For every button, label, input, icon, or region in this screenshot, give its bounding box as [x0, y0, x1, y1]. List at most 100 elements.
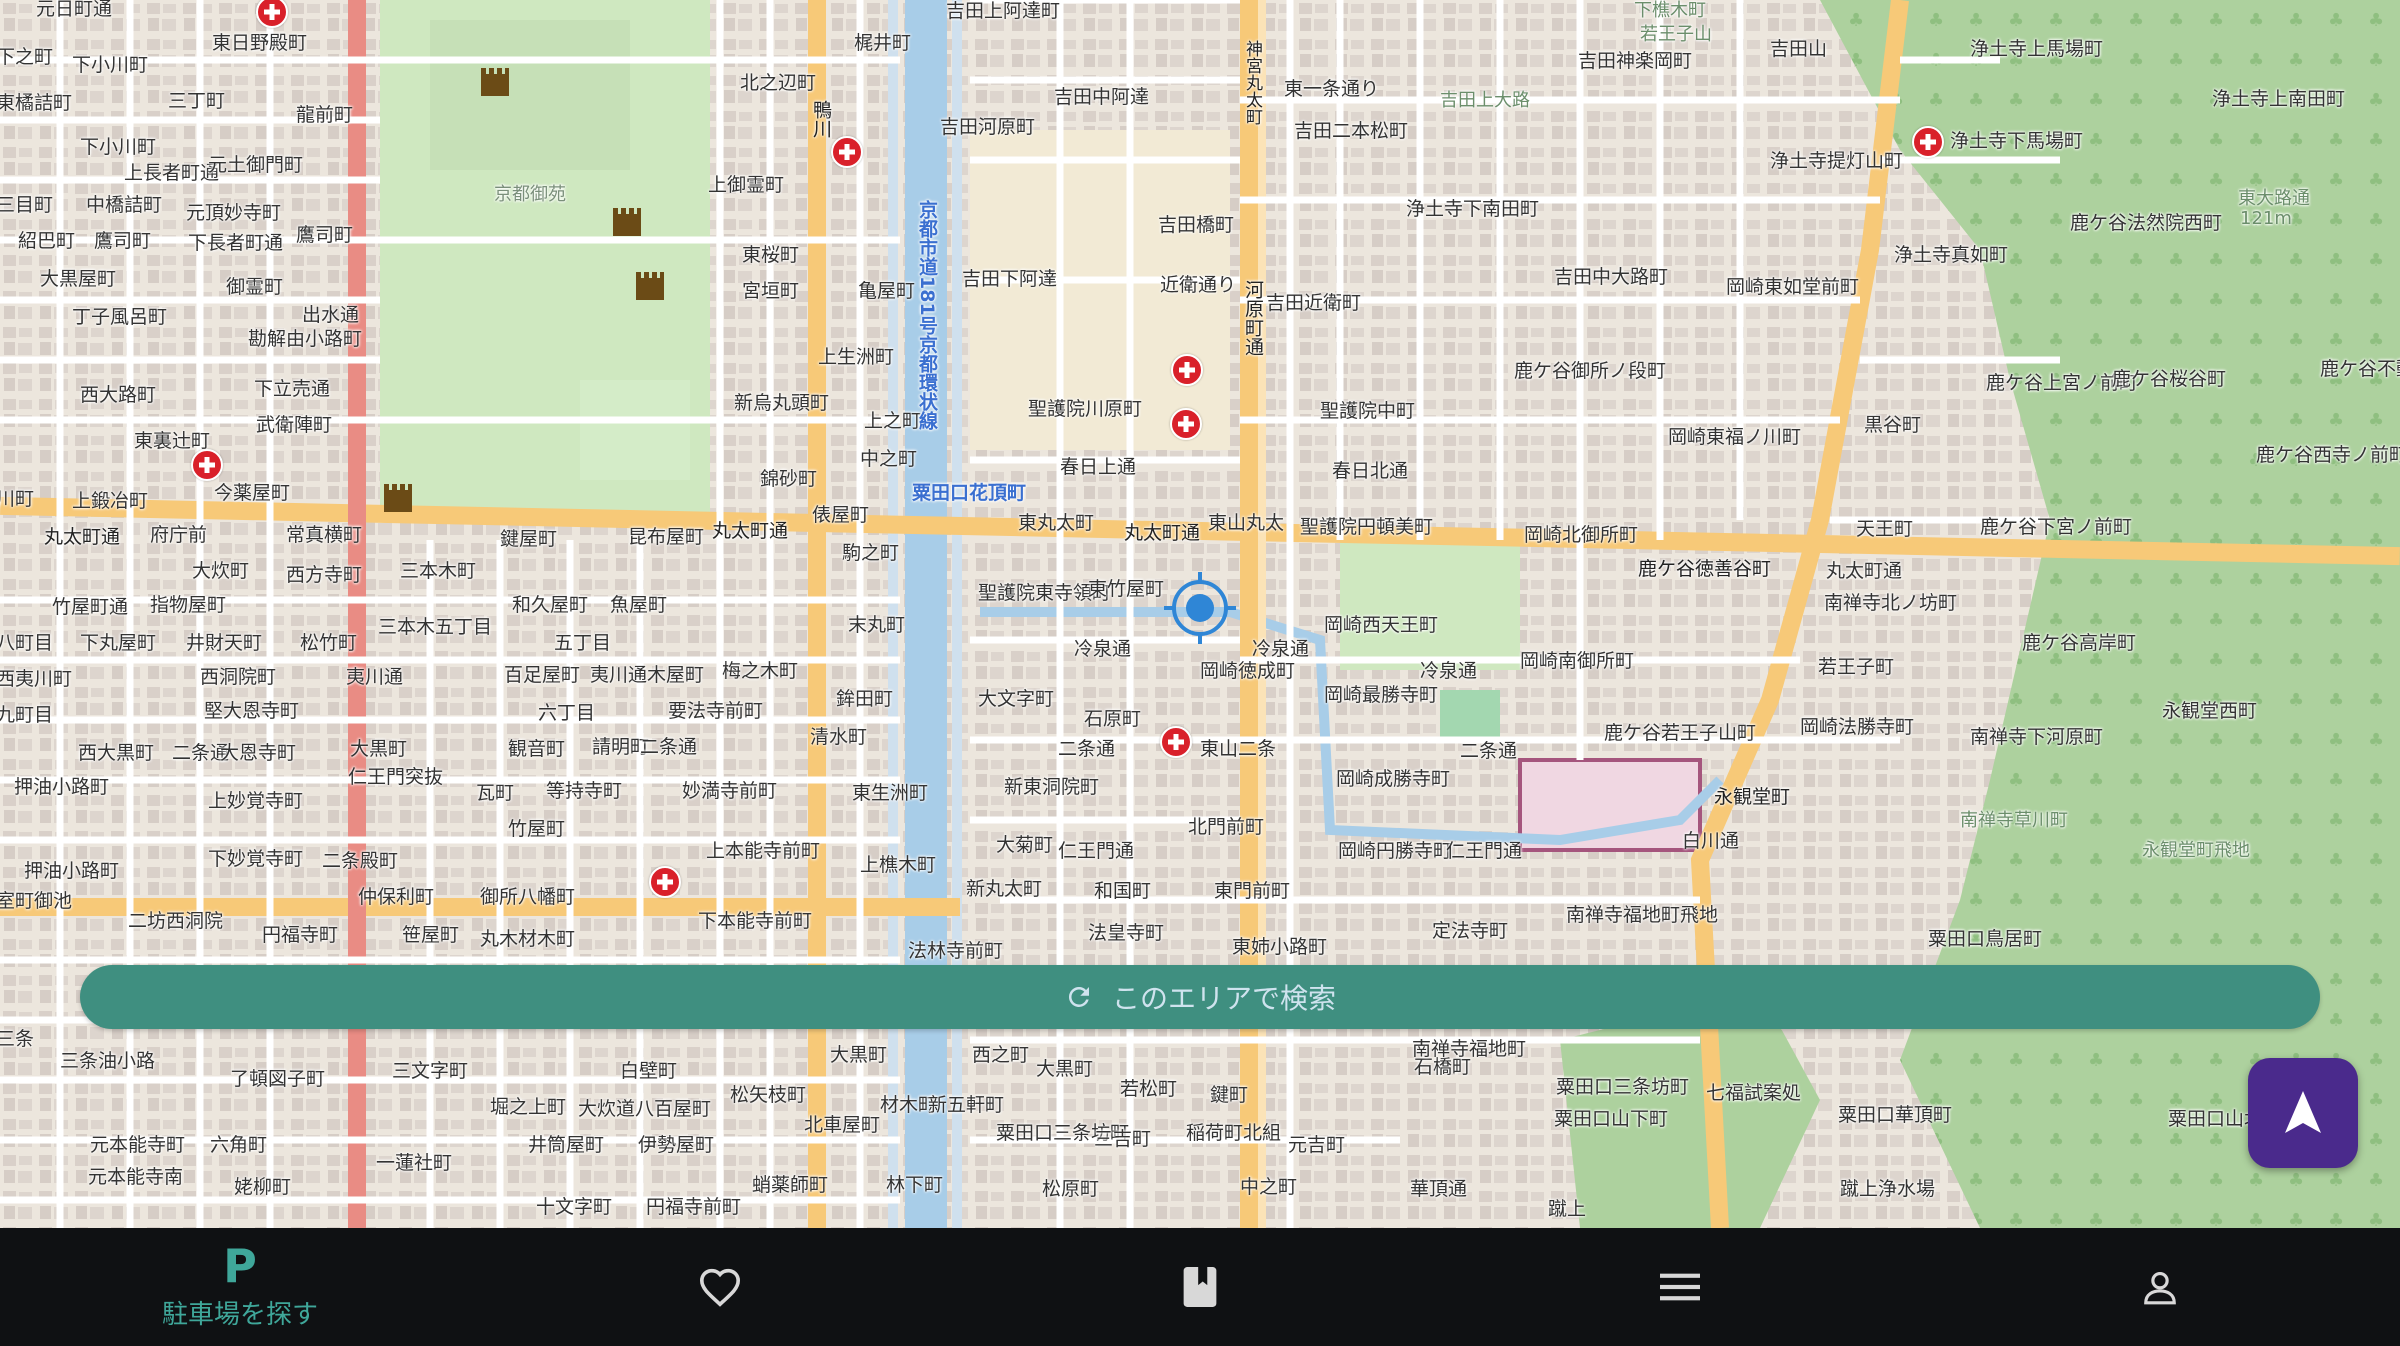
map-label: 和久屋町	[512, 594, 589, 616]
hospital-icon[interactable]	[1912, 126, 1944, 158]
map-label: 鍵町	[1210, 1084, 1249, 1106]
map-label: 東裏辻町	[134, 430, 211, 452]
location-tick	[1226, 606, 1236, 610]
map-label: 五丁目	[554, 632, 612, 654]
map-label: 東日野殿町	[212, 32, 308, 54]
map-label: 三条油小路	[60, 1050, 156, 1072]
hospital-icon[interactable]	[831, 136, 863, 168]
nav-history[interactable]	[960, 1228, 1440, 1346]
map-label: 大黒町	[830, 1044, 888, 1066]
map-label: 仁王門通	[1446, 840, 1523, 862]
map-label: 押油小路町	[24, 860, 120, 882]
nav-find-parking[interactable]: P 駐車場を探す	[0, 1228, 480, 1346]
map-label: 若松町	[1120, 1078, 1178, 1100]
map-label: 石原町	[1084, 708, 1142, 730]
map-label: 東丸太町	[1018, 512, 1095, 534]
book-icon	[1183, 1267, 1217, 1307]
map-label: 三吉町	[1094, 1128, 1152, 1150]
nav-favorites[interactable]	[480, 1228, 960, 1346]
hospital-icon[interactable]	[191, 449, 223, 481]
landmark-icon	[481, 68, 509, 96]
map-label: 蹴上	[1548, 1198, 1587, 1220]
map-label: 井財天町	[186, 632, 263, 654]
map-label: 浄土寺提灯山町	[1770, 150, 1904, 172]
map-label: 亀屋町	[858, 280, 916, 302]
map-label: 丸木材木町	[480, 928, 576, 950]
map-view[interactable]: ♣	[0, 0, 2400, 1228]
map-label: 三目町	[0, 194, 54, 216]
map-label: 松竹町	[300, 632, 358, 654]
map-label: 俵屋町	[812, 504, 870, 526]
map-label: 岡崎徳成町	[1200, 660, 1296, 682]
map-label: 吉田中大路町	[1554, 266, 1669, 288]
map-label: 松矢枝町	[730, 1084, 807, 1106]
map-label: 末丸町	[848, 614, 906, 636]
map-label: 新東洞院町	[1004, 776, 1100, 798]
map-label: 元土御門町	[208, 154, 304, 176]
map-label: 二条殿町	[322, 850, 399, 872]
map-label: 岡崎北御所町	[1524, 524, 1639, 546]
map-label: 西之町	[972, 1044, 1030, 1066]
map-label: 鹿ケ谷桜谷町	[2112, 368, 2227, 390]
nav-menu[interactable]	[1440, 1228, 1920, 1346]
menu-icon	[1660, 1273, 1700, 1301]
map-label: 白川通	[1682, 830, 1740, 852]
map-label: 西方寺町	[286, 564, 363, 586]
map-label: 和国町	[1094, 880, 1152, 902]
map-label: 大恩寺町	[220, 742, 297, 764]
map-label: 三本木五丁目	[378, 616, 493, 638]
map-label: 聖護院川原町	[1028, 398, 1143, 420]
map-label: 鍵屋町	[500, 528, 558, 550]
map-label: 吉田上阿達町	[946, 0, 1061, 22]
map-label: 浄土寺上馬場町	[1970, 38, 2104, 60]
map-label: 等持寺町	[546, 780, 623, 802]
map-label: 梶井町	[854, 32, 912, 54]
road-label: 丸太町通	[44, 526, 121, 548]
map-label: 三丁町	[168, 90, 226, 112]
map-label: 姥柳町	[234, 1176, 292, 1198]
map-label: 下小川町	[72, 54, 149, 76]
map-label: 上生洲町	[818, 346, 895, 368]
map-label: 浄土寺上南田町	[2212, 88, 2346, 110]
map-label: 二坊西洞院	[128, 910, 224, 932]
map-label: 笹屋町	[402, 924, 460, 946]
road-label: 鹿ケ谷徳善谷町	[1638, 558, 1772, 580]
map-label: 岡崎東如堂前町	[1726, 276, 1860, 298]
map-label: 丁子風呂町	[72, 306, 168, 328]
map-label: 中橋詰町	[86, 194, 163, 216]
nav-find-parking-label: 駐車場を探す	[161, 1299, 318, 1330]
map-label: 中之町	[1240, 1176, 1298, 1198]
road-label: 丸太町通	[1124, 522, 1201, 544]
map-label: 下本能寺前町	[698, 910, 813, 932]
hospital-icon[interactable]	[1170, 408, 1202, 440]
map-label: 大文字町	[978, 688, 1055, 710]
navigation-button[interactable]	[2248, 1058, 2358, 1168]
map-label: 鷹司町	[296, 224, 354, 246]
map-label: 冷泉通	[1420, 660, 1478, 682]
road-label: 神宮丸太町	[1242, 40, 1262, 125]
map-label: 御所八幡町	[480, 886, 576, 908]
map-label: 南禅寺草川町	[1960, 810, 2068, 831]
map-label: 吉田中阿達	[1054, 86, 1150, 108]
map-label: 東大路通	[2238, 188, 2310, 209]
map-label: 出水通	[302, 304, 360, 326]
hospital-icon[interactable]	[649, 866, 681, 898]
map-label: 北之辺町	[740, 72, 817, 94]
map-label: 昆布屋町	[628, 526, 705, 548]
search-this-area-button[interactable]: このエリアで検索	[80, 965, 2320, 1029]
map-label: 南禅寺福地町	[1412, 1038, 1527, 1060]
map-label: 定法寺町	[1432, 920, 1509, 942]
map-label: 瓦町	[476, 782, 515, 804]
map-label: 伊勢屋町	[638, 1134, 715, 1156]
hospital-icon[interactable]	[1171, 354, 1203, 386]
map-label: 鹿ケ谷御所ノ段町	[1514, 360, 1667, 382]
nav-account[interactable]	[1920, 1228, 2400, 1346]
map-label: 東竹屋町	[1088, 578, 1165, 600]
location-tick	[1198, 572, 1202, 582]
map-label: 岡崎東福ノ川町	[1668, 426, 1802, 448]
map-label: 二条通	[1058, 738, 1116, 760]
map-label: 六角町	[210, 1134, 268, 1156]
map-label: 松原町	[1042, 1178, 1100, 1200]
hospital-icon[interactable]	[1160, 726, 1192, 758]
map-label: 岡崎法勝寺町	[1800, 716, 1915, 738]
